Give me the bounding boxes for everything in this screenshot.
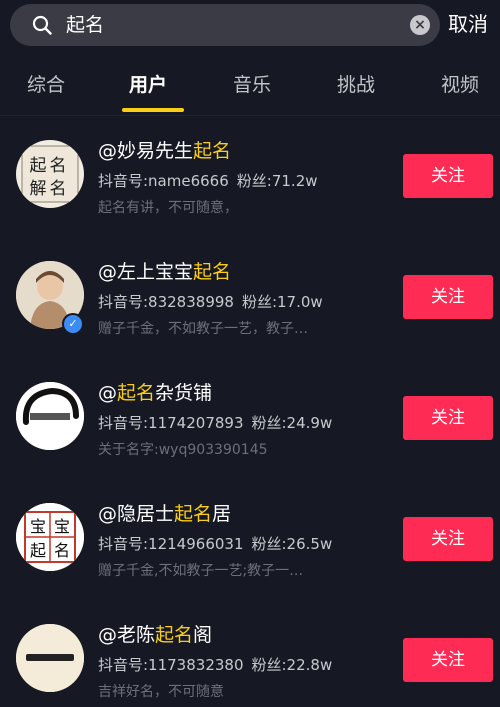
avatar[interactable]: 宝 宝 起 名	[16, 503, 84, 571]
fan-count: 粉丝:17.0w	[241, 293, 323, 311]
follow-button[interactable]: 关注	[403, 275, 493, 319]
fan-count: 粉丝:22.8w	[251, 656, 333, 674]
user-bio: 关于名字:wyq903390145	[98, 442, 268, 458]
user-bio: 起名有讲，不可随意，	[98, 200, 238, 216]
list-item[interactable]: 宝 宝 起 名 @隐居士起名居 抖音号:1214966031 粉丝:26.5w 赠…	[0, 483, 500, 604]
douyin-id: 抖音号:1214966031	[98, 535, 244, 553]
user-meta: 抖音号:1174207893 粉丝:24.9w	[98, 412, 332, 434]
search-input[interactable]: 起名 ×	[10, 4, 440, 46]
user-name: @左上宝宝起名	[98, 261, 232, 283]
avatar[interactable]	[16, 382, 84, 450]
brush-text-logo-image	[16, 624, 84, 692]
follow-button[interactable]: 关注	[403, 396, 493, 440]
seal-characters-image: 宝 宝 起 名	[16, 503, 84, 571]
list-item[interactable]: 名 起 名 解 @妙易先生起名 抖音号:name6666 粉丝:71.2w 起名有…	[0, 120, 500, 241]
list-item[interactable]: @老陈起名阁 抖音号:1173832380 粉丝:22.8w 吉祥好名，不可随意 …	[0, 604, 500, 707]
list-item[interactable]: @起名杂货铺 抖音号:1174207893 粉丝:24.9w 关于名字:wyq90…	[0, 362, 500, 483]
ink-circle-logo-image	[16, 382, 84, 450]
list-item[interactable]: ✓ @左上宝宝起名 抖音号:832838998 粉丝:17.0w 赠子千金，不如教…	[0, 241, 500, 362]
fan-count: 粉丝:26.5w	[251, 535, 333, 553]
svg-text:起: 起	[30, 541, 46, 560]
follow-button[interactable]: 关注	[403, 517, 493, 561]
fan-count: 粉丝:71.2w	[236, 172, 318, 190]
user-name: @老陈起名阁	[98, 624, 213, 646]
cancel-button[interactable]: 取消	[448, 10, 488, 38]
svg-text:解: 解	[30, 179, 47, 199]
douyin-id: 抖音号:name6666	[98, 172, 229, 190]
tab-bar: 综合 用户 音乐 挑战 视频	[0, 56, 500, 116]
tab-users[interactable]: 用户	[129, 72, 167, 98]
follow-button[interactable]: 关注	[403, 154, 493, 198]
douyin-id: 抖音号:832838998	[98, 293, 234, 311]
calligraphy-avatar-image: 名 起 名 解	[21, 145, 79, 203]
clear-icon[interactable]: ×	[410, 15, 430, 35]
svg-text:起: 起	[30, 156, 47, 176]
tab-challenges[interactable]: 挑战	[337, 72, 375, 98]
tab-all[interactable]: 综合	[27, 72, 65, 98]
search-icon	[32, 15, 52, 35]
svg-text:名: 名	[50, 179, 67, 199]
svg-text:宝: 宝	[54, 517, 70, 536]
user-bio: 赠子千金,不如教子一艺;教子一…	[98, 563, 304, 579]
svg-text:名: 名	[50, 156, 67, 176]
search-query: 起名	[66, 14, 105, 36]
douyin-id: 抖音号:1174207893	[98, 414, 244, 432]
avatar[interactable]: 名 起 名 解	[16, 140, 84, 208]
svg-text:名: 名	[54, 541, 70, 560]
fan-count: 粉丝:24.9w	[251, 414, 333, 432]
user-bio: 吉祥好名，不可随意	[98, 684, 224, 700]
verified-badge-icon: ✓	[62, 313, 84, 335]
tab-videos[interactable]: 视频	[441, 72, 479, 98]
user-name: @隐居士起名居	[98, 503, 232, 525]
user-meta: 抖音号:1214966031 粉丝:26.5w	[98, 533, 332, 555]
user-bio: 赠子千金，不如教子一艺，教子…	[98, 321, 308, 337]
follow-button[interactable]: 关注	[403, 638, 493, 682]
user-name: @起名杂货铺	[98, 382, 213, 404]
user-meta: 抖音号:name6666 粉丝:71.2w	[98, 170, 318, 192]
user-name: @妙易先生起名	[98, 140, 232, 162]
user-meta: 抖音号:832838998 粉丝:17.0w	[98, 291, 323, 313]
avatar[interactable]	[16, 624, 84, 692]
user-meta: 抖音号:1173832380 粉丝:22.8w	[98, 654, 332, 676]
search-bar: 起名 × 取消	[0, 0, 500, 56]
douyin-id: 抖音号:1173832380	[98, 656, 244, 674]
active-tab-indicator	[122, 108, 184, 112]
svg-text:宝: 宝	[30, 517, 46, 536]
tab-music[interactable]: 音乐	[233, 72, 271, 98]
